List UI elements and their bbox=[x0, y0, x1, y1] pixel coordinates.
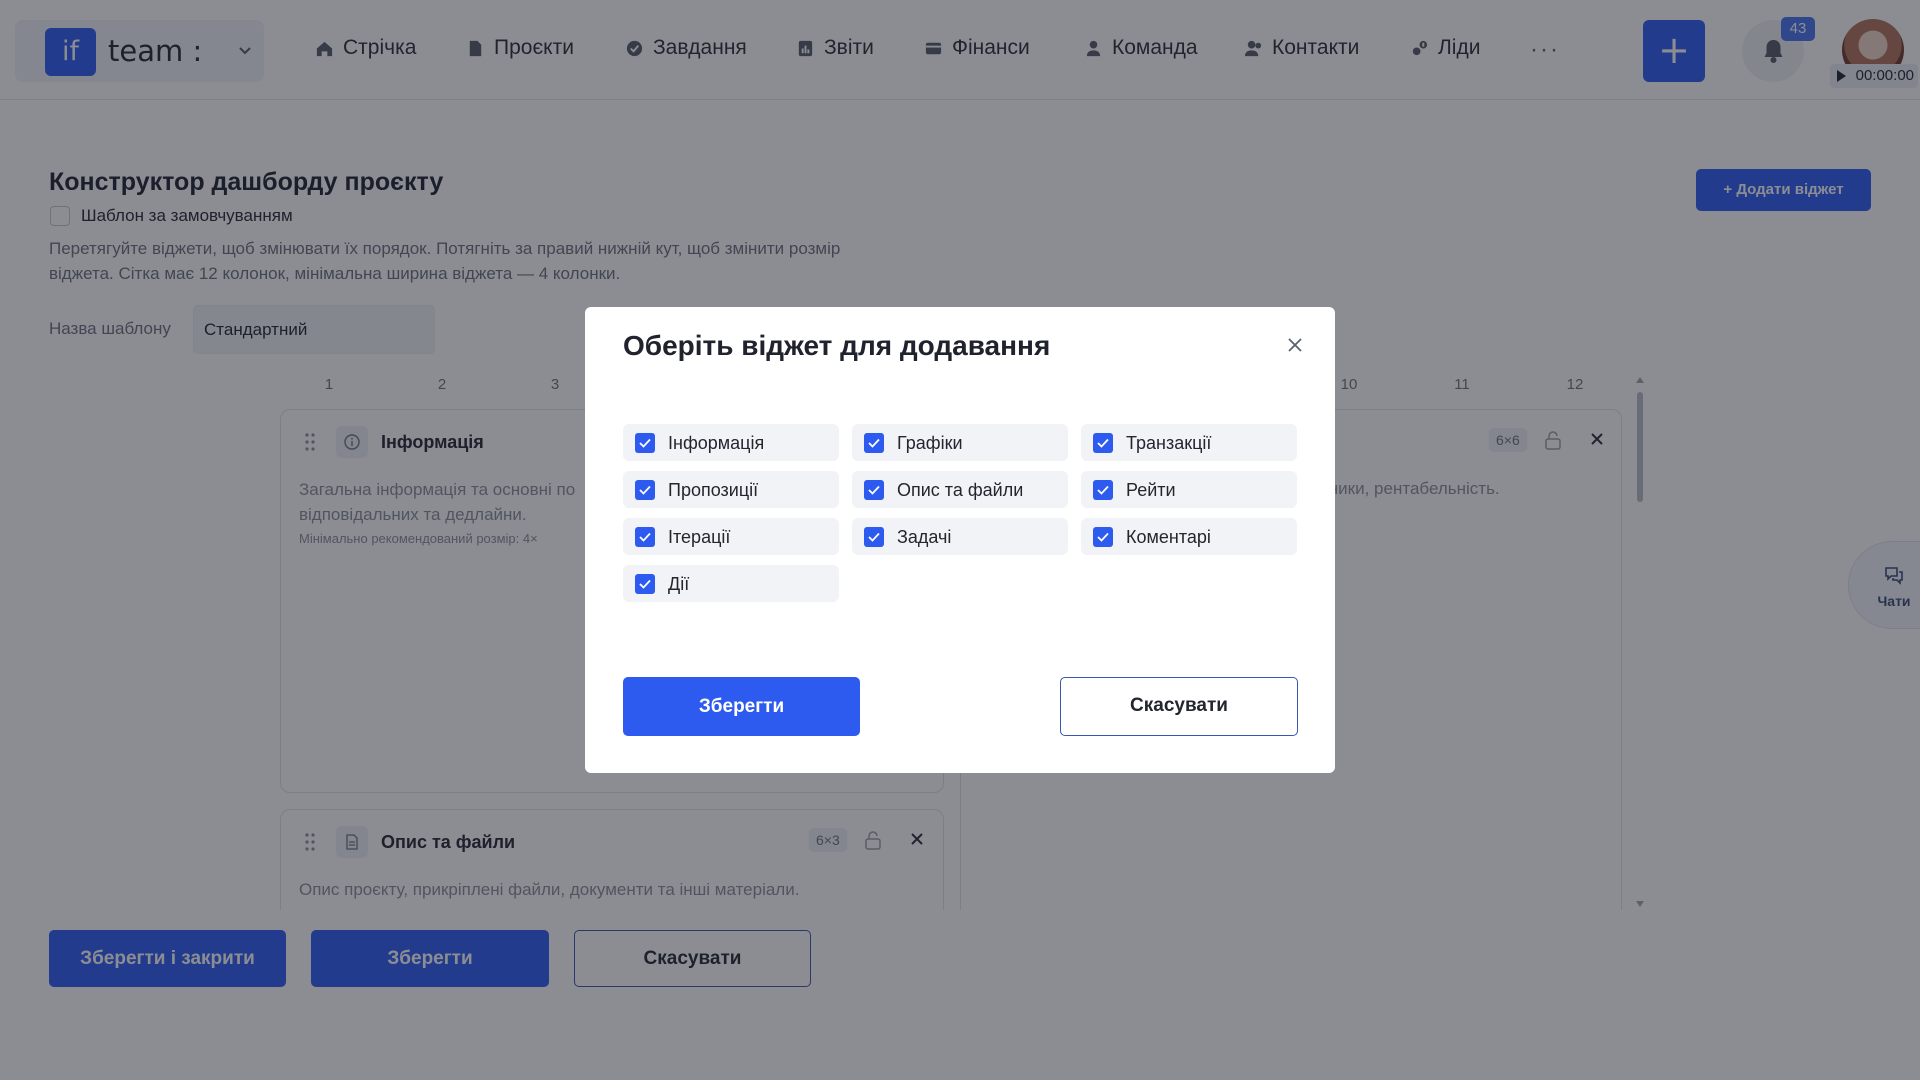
close-icon[interactable] bbox=[1285, 335, 1305, 355]
option-label: Транзакції bbox=[1126, 433, 1212, 453]
widget-option-rates[interactable]: Рейти bbox=[1081, 471, 1297, 508]
option-label: Інформація bbox=[668, 433, 765, 453]
option-label: Задачі bbox=[897, 527, 952, 547]
widget-option-files[interactable]: Опис та файли bbox=[852, 471, 1068, 508]
checkbox-checked[interactable] bbox=[635, 527, 655, 547]
check-icon bbox=[868, 438, 880, 448]
option-label: Ітерації bbox=[668, 527, 731, 547]
option-label: Коментарі bbox=[1126, 527, 1211, 547]
dialog-title: Оберіть віджет для додавання bbox=[623, 330, 1051, 361]
widget-option-info[interactable]: Інформація bbox=[623, 424, 839, 461]
checkbox-checked[interactable] bbox=[864, 433, 884, 453]
widget-option-transactions[interactable]: Транзакції bbox=[1081, 424, 1297, 461]
check-icon bbox=[639, 532, 651, 542]
widget-option-tasks[interactable]: Задачі bbox=[852, 518, 1068, 555]
dialog-save-button[interactable]: Зберегти bbox=[623, 677, 860, 736]
widget-option-iterations[interactable]: Ітерації bbox=[623, 518, 839, 555]
widget-option-comments[interactable]: Коментарі bbox=[1081, 518, 1297, 555]
check-icon bbox=[639, 579, 651, 589]
check-icon bbox=[1097, 438, 1109, 448]
check-icon bbox=[1097, 532, 1109, 542]
option-label: Дії bbox=[668, 574, 690, 594]
option-label: Пропозиції bbox=[668, 480, 759, 500]
check-icon bbox=[1097, 485, 1109, 495]
checkbox-checked[interactable] bbox=[635, 574, 655, 594]
check-icon bbox=[639, 485, 651, 495]
widget-option-proposals[interactable]: Пропозиції bbox=[623, 471, 839, 508]
option-label: Рейти bbox=[1126, 480, 1176, 500]
check-icon bbox=[639, 438, 651, 448]
option-label: Опис та файли bbox=[897, 480, 1024, 500]
checkbox-checked[interactable] bbox=[1093, 527, 1113, 547]
checkbox-checked[interactable] bbox=[1093, 433, 1113, 453]
add-widget-dialog: Оберіть віджет для додавання Інформація … bbox=[585, 307, 1335, 773]
check-icon bbox=[868, 485, 880, 495]
checkbox-checked[interactable] bbox=[864, 480, 884, 500]
dialog-cancel-button[interactable]: Скасувати bbox=[1060, 677, 1298, 736]
checkbox-checked[interactable] bbox=[635, 433, 655, 453]
checkbox-checked[interactable] bbox=[864, 527, 884, 547]
checkbox-checked[interactable] bbox=[1093, 480, 1113, 500]
checkbox-checked[interactable] bbox=[635, 480, 655, 500]
check-icon bbox=[868, 532, 880, 542]
widget-option-actions[interactable]: Дії bbox=[623, 565, 839, 602]
widget-option-charts[interactable]: Графіки bbox=[852, 424, 1068, 461]
option-label: Графіки bbox=[897, 433, 963, 453]
